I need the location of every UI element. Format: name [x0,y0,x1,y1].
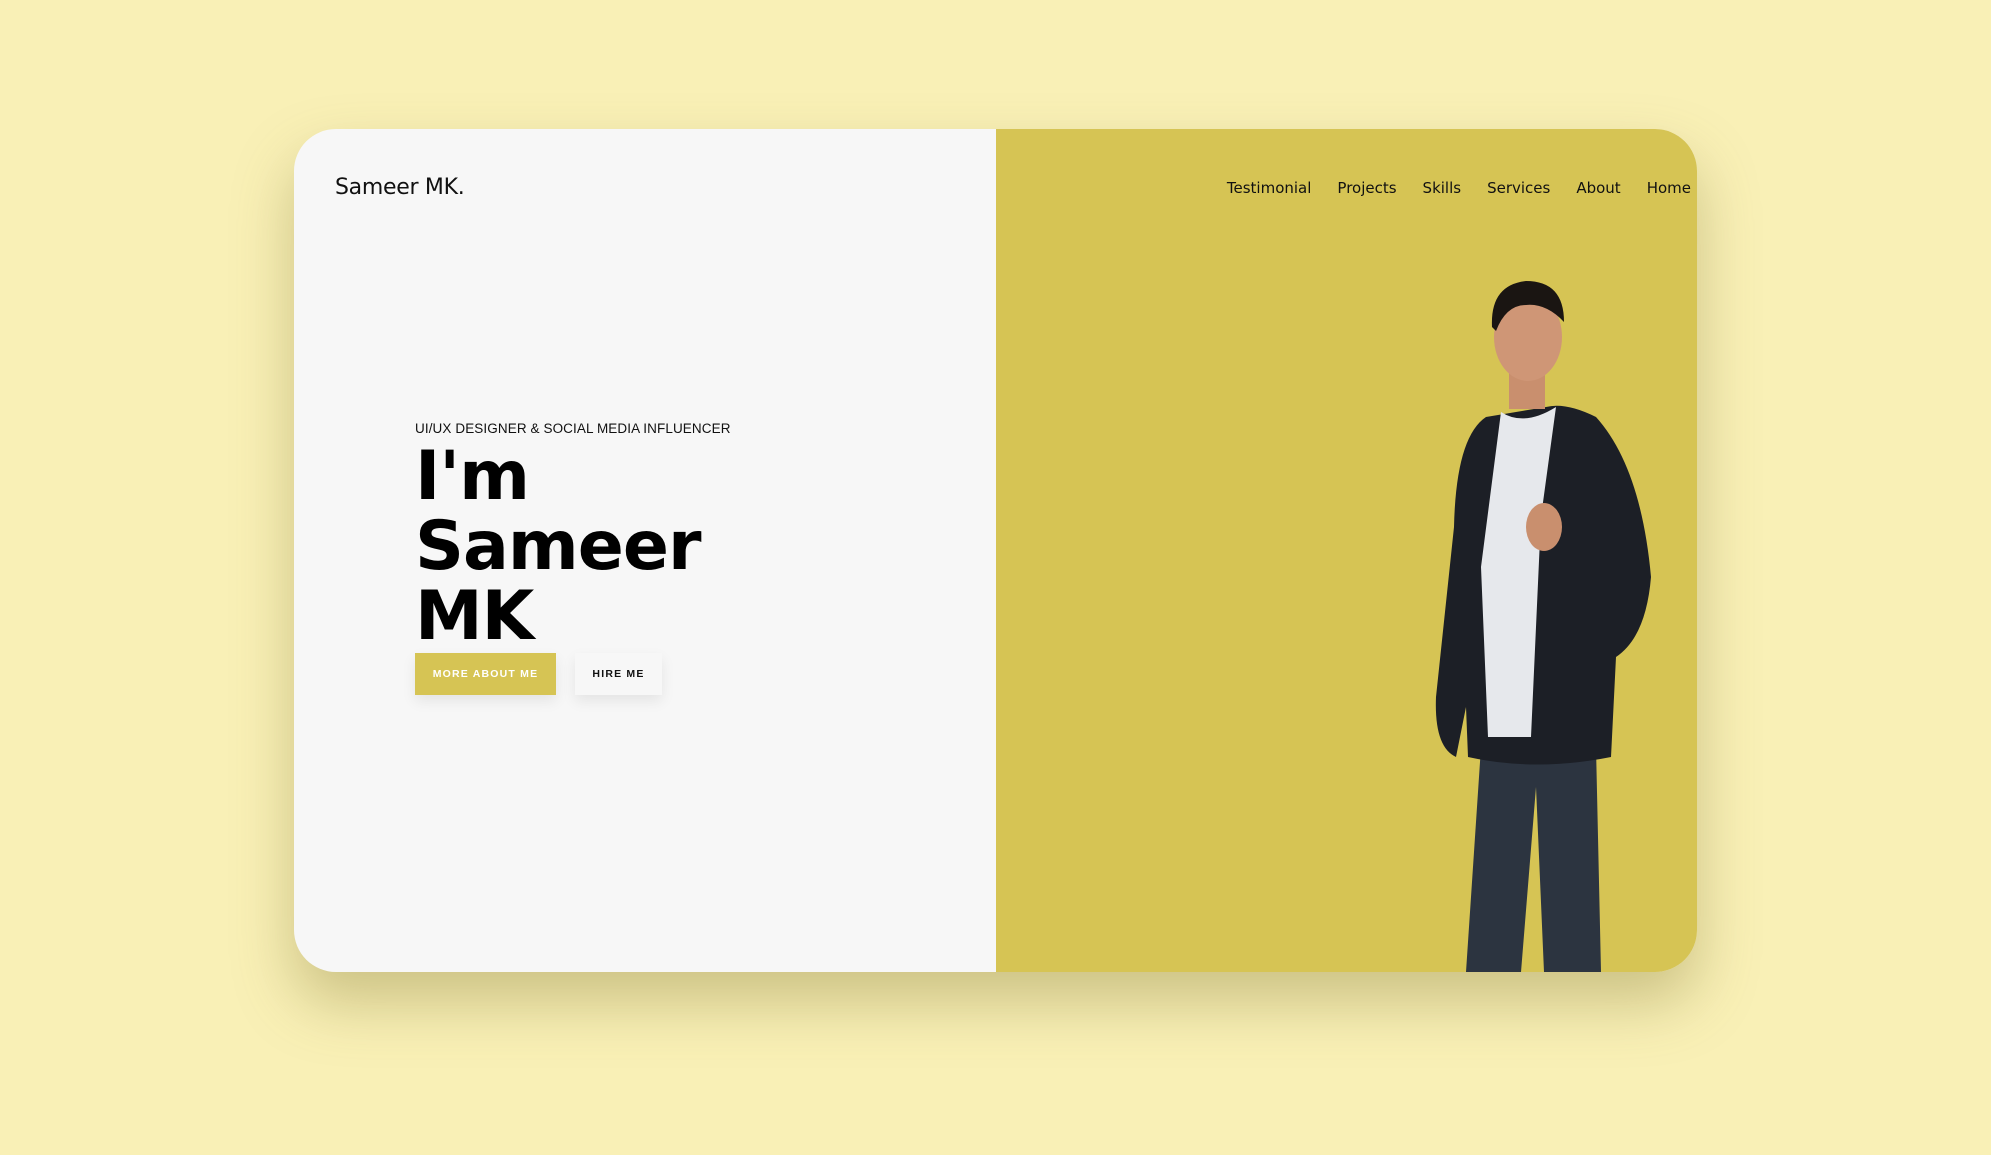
hero-title: I'm Sameer MK [415,442,731,652]
nav-about[interactable]: About [1576,179,1620,197]
hero-title-line: MK [415,577,534,656]
hire-me-button[interactable]: HIRE ME [575,653,662,695]
nav-projects[interactable]: Projects [1337,179,1396,197]
hero-title-line: Sameer [415,507,701,586]
hero-title-line: I'm [415,437,530,516]
nav-services[interactable]: Services [1487,179,1550,197]
more-about-me-button[interactable]: MORE ABOUT ME [415,653,556,695]
site-logo[interactable]: Sameer MK. [335,175,465,200]
nav-testimonial[interactable]: Testimonial [1227,179,1312,197]
hero-section: UI/UX DESIGNER & SOCIAL MEDIA INFLUENCER… [415,421,731,695]
portrait-photo [1435,281,1651,972]
nav-skills[interactable]: Skills [1423,179,1462,197]
main-nav: Testimonial Projects Skills Services Abo… [1227,179,1691,197]
landing-page-card: Sameer MK. Testimonial Projects Skills S… [294,129,1697,972]
nav-home[interactable]: Home [1647,179,1691,197]
hero-image-panel: Testimonial Projects Skills Services Abo… [996,129,1697,972]
hero-subtitle: UI/UX DESIGNER & SOCIAL MEDIA INFLUENCER [415,421,731,436]
